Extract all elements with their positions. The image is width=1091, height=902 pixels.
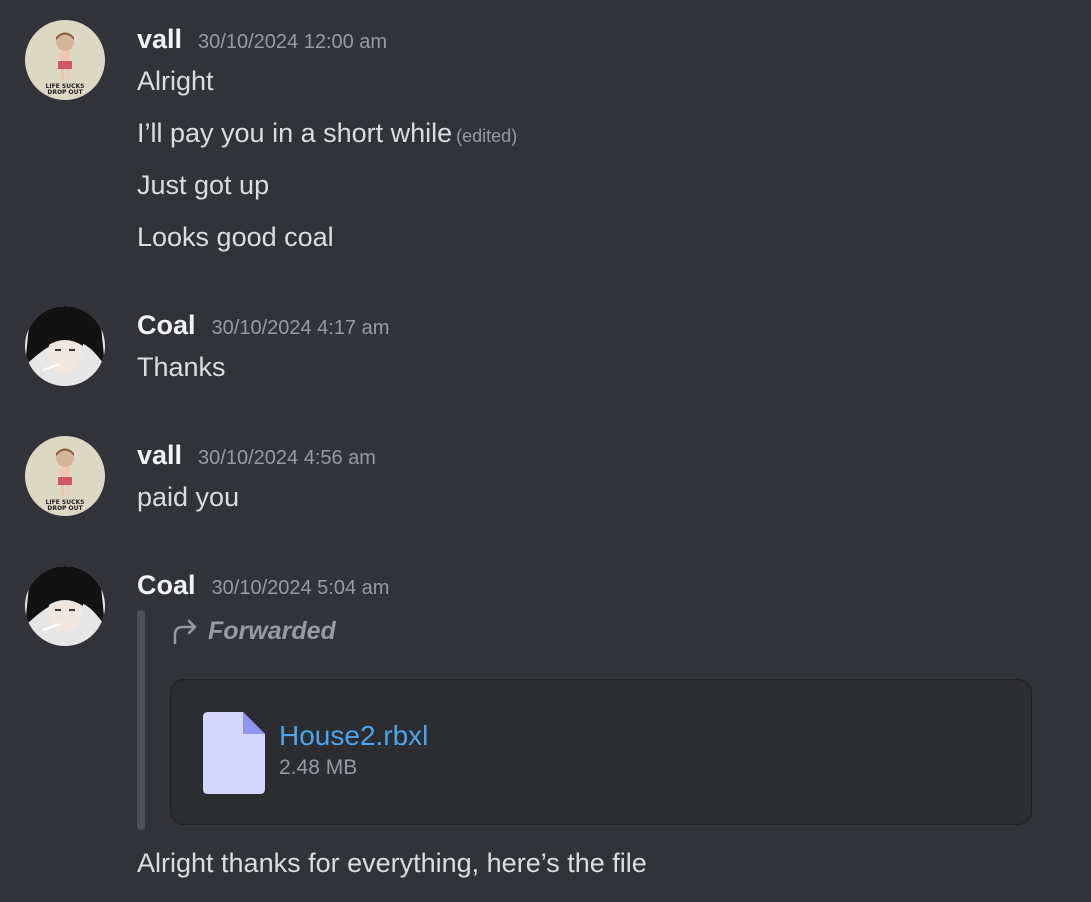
message-text: Alright (137, 66, 214, 96)
file-attachment: House2.rbxl 2.48 MB (170, 679, 1032, 825)
message-text: paid you (137, 482, 240, 512)
forward-quote-bar (137, 610, 145, 830)
message-header: Coal 30/10/2024 5:04 am (137, 570, 389, 601)
timestamp[interactable]: 30/10/2024 4:17 am (212, 317, 390, 340)
vall-avatar-image: LIFE SUCKS DROP OUT (25, 20, 105, 100)
vall-avatar-image: LIFE SUCKS DROP OUT (25, 436, 105, 516)
timestamp[interactable]: 30/10/2024 5:04 am (212, 577, 390, 600)
username[interactable]: vall (137, 24, 182, 55)
avatar-text-2: DROP OUT (47, 505, 83, 512)
timestamp[interactable]: 30/10/2024 4:56 am (198, 447, 376, 470)
avatar-vall[interactable]: LIFE SUCKS DROP OUT (25, 436, 105, 516)
edited-label: (edited) (456, 126, 518, 146)
forwarded-text: Forwarded (208, 617, 336, 645)
username[interactable]: Coal (137, 570, 196, 601)
file-name-link[interactable]: House2.rbxl (279, 720, 428, 752)
message-header: vall 30/10/2024 4:56 am (137, 440, 376, 471)
message-text: Alright thanks for everything, here’s th… (137, 848, 647, 878)
message-text: Just got up (137, 170, 270, 200)
message-header: Coal 30/10/2024 4:17 am (137, 310, 389, 341)
forward-arrow-icon (173, 619, 197, 644)
coal-avatar-image (25, 566, 105, 646)
message-header: vall 30/10/2024 12:00 am (137, 24, 387, 55)
avatar-vall[interactable]: LIFE SUCKS DROP OUT (25, 20, 105, 100)
avatar-coal[interactable] (25, 566, 105, 646)
message-text-edited: I’ll pay you in a short while (edited) (137, 118, 517, 149)
coal-avatar-image (25, 306, 105, 386)
username[interactable]: vall (137, 440, 182, 471)
forwarded-label[interactable]: Forwarded (172, 617, 336, 646)
avatar-text-2: DROP OUT (47, 89, 83, 96)
timestamp[interactable]: 30/10/2024 12:00 am (198, 31, 387, 54)
username[interactable]: Coal (137, 310, 196, 341)
avatar-coal[interactable] (25, 306, 105, 386)
message-text: I’ll pay you in a short while (137, 118, 453, 148)
file-size: 2.48 MB (279, 756, 358, 779)
message-text: Thanks (137, 352, 226, 382)
message-text: Looks good coal (137, 222, 334, 252)
file-icon[interactable] (203, 712, 265, 794)
chat-messages: LIFE SUCKS DROP OUT vall 30/10/2024 12:0… (0, 0, 1091, 902)
